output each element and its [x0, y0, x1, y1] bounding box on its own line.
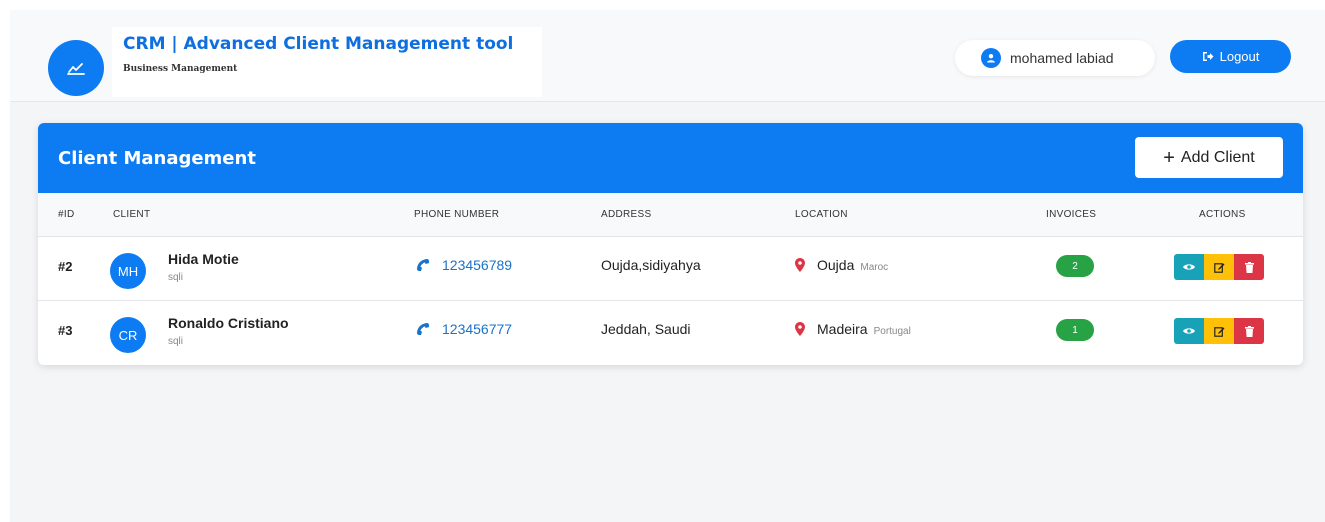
- client-id: #3: [58, 323, 73, 338]
- chart-line-icon: [48, 40, 104, 96]
- row-actions: [1174, 254, 1264, 280]
- table-row: #2 MH Hida Motie sqli 123456789 Oujda,si…: [38, 237, 1303, 301]
- row-actions: [1174, 318, 1264, 344]
- app-root: CRM | Advanced Client Management tool Bu…: [10, 10, 1325, 522]
- app-title: CRM | Advanced Client Management tool: [123, 34, 514, 54]
- user-name: mohamed labiad: [1010, 50, 1114, 66]
- phone-number: 123456777: [442, 321, 513, 337]
- client-location: Oujda Maroc: [795, 257, 888, 273]
- phone-icon: [417, 259, 429, 271]
- trash-icon: [1244, 261, 1254, 273]
- client-avatar: CR: [110, 317, 146, 353]
- client-avatar: MH: [110, 253, 146, 289]
- delete-button[interactable]: [1234, 318, 1264, 344]
- client-location: Madeira Portugal: [795, 321, 911, 337]
- edit-button[interactable]: [1204, 254, 1234, 280]
- column-header-phone: PHONE NUMBER: [414, 209, 500, 220]
- view-button[interactable]: [1174, 254, 1204, 280]
- client-company: sqli: [168, 272, 184, 283]
- client-address: Jeddah, Saudi: [601, 321, 691, 337]
- phone-icon: [417, 323, 429, 335]
- eye-icon: [1183, 328, 1195, 334]
- card-header: Client Management + Add Client: [38, 123, 1303, 193]
- location-country: Maroc: [860, 262, 889, 273]
- column-header-client: CLIENT: [113, 209, 151, 220]
- add-client-button[interactable]: + Add Client: [1135, 137, 1283, 178]
- client-address: Oujda,sidiyahya: [601, 257, 701, 273]
- table-row: #3 CR Ronaldo Cristiano sqli 123456777 J…: [38, 301, 1303, 365]
- edit-button[interactable]: [1204, 318, 1234, 344]
- column-header-invoices: INVOICES: [1046, 209, 1097, 220]
- invoices-badge[interactable]: 2: [1056, 255, 1094, 277]
- invoices-badge[interactable]: 1: [1056, 319, 1094, 341]
- map-marker-icon: [795, 322, 805, 336]
- column-header-actions: ACTIONS: [1199, 209, 1246, 220]
- app-subtitle: Business Management: [123, 64, 238, 74]
- delete-button[interactable]: [1234, 254, 1264, 280]
- client-management-card: Client Management + Add Client #ID CLIEN…: [38, 123, 1303, 365]
- client-phone-link[interactable]: 123456789: [416, 257, 512, 273]
- top-header: CRM | Advanced Client Management tool Bu…: [10, 10, 1325, 102]
- add-client-label: Add Client: [1180, 148, 1255, 166]
- eye-icon: [1183, 264, 1195, 270]
- column-header-address: ADDRESS: [601, 209, 652, 220]
- client-phone-link[interactable]: 123456777: [416, 321, 512, 337]
- column-header-id: #ID: [58, 209, 75, 220]
- user-profile-pill[interactable]: mohamed labiad: [955, 40, 1155, 76]
- sign-out-icon: [1202, 52, 1214, 61]
- edit-icon: [1213, 326, 1224, 337]
- trash-icon: [1244, 325, 1254, 337]
- client-company: sqli: [168, 336, 184, 347]
- user-circle-icon: [981, 48, 1001, 68]
- map-marker-icon: [795, 258, 805, 272]
- client-name: Ronaldo Cristiano: [168, 315, 289, 331]
- plus-icon: +: [1163, 146, 1175, 169]
- edit-icon: [1213, 262, 1224, 273]
- location-city: Madeira: [817, 321, 868, 337]
- location-city: Oujda: [817, 257, 855, 273]
- client-name: Hida Motie: [168, 251, 239, 267]
- client-id: #2: [58, 259, 73, 274]
- location-country: Portugal: [873, 326, 911, 337]
- view-button[interactable]: [1174, 318, 1204, 344]
- table-header: #ID CLIENT PHONE NUMBER ADDRESS LOCATION…: [38, 193, 1303, 237]
- column-header-location: LOCATION: [795, 209, 848, 220]
- card-title: Client Management: [58, 148, 256, 169]
- logout-label: Logout: [1219, 49, 1260, 64]
- logout-button[interactable]: Logout: [1170, 40, 1291, 73]
- phone-number: 123456789: [442, 257, 513, 273]
